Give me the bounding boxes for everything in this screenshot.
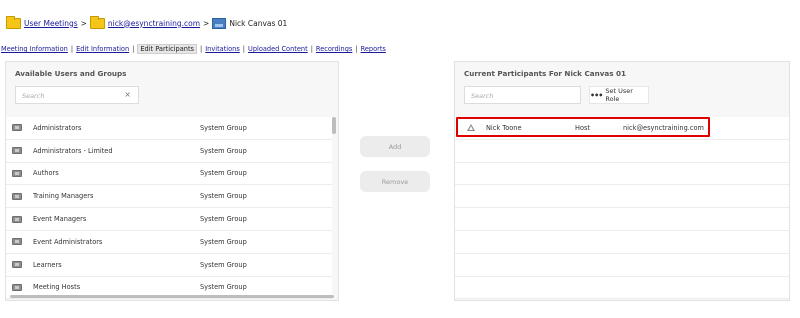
participants-list: Nick Toone Host nick@esynctraining.com [455, 117, 789, 300]
breadcrumb: User Meetings > nick@esynctraining.com >… [6, 14, 287, 32]
remove-button[interactable]: Remove [360, 171, 430, 192]
tab-recordings[interactable]: Recordings [316, 45, 352, 53]
available-row[interactable]: Administrators System Group [6, 117, 332, 140]
participants-search-input[interactable]: Search [464, 86, 581, 104]
tab-reports[interactable]: Reports [361, 45, 386, 53]
available-users-panel: Available Users and Groups Search × Admi… [5, 61, 339, 301]
meeting-icon [212, 17, 227, 29]
available-list: Administrators System Group Administrators… [6, 117, 338, 300]
available-search-placeholder: Search [22, 92, 45, 100]
group-icon [12, 147, 22, 155]
empty-participant-row [455, 276, 789, 300]
current-participants-panel: Current Participants For Nick Canvas 01 … [454, 61, 790, 301]
available-row-type: System Group [200, 192, 247, 201]
empty-participant-row [455, 208, 789, 231]
vertical-scrollbar[interactable] [332, 117, 336, 134]
group-icon [12, 238, 22, 246]
empty-participant-row [455, 139, 789, 163]
tab-meeting-information[interactable]: Meeting Information [1, 45, 68, 53]
available-row-type: System Group [200, 215, 247, 224]
clear-search-icon[interactable]: × [124, 90, 131, 99]
more-dots-icon: ••• [590, 90, 603, 100]
available-row[interactable]: Learners System Group [6, 253, 332, 277]
breadcrumb-separator: > [80, 18, 87, 28]
tab-edit-information[interactable]: Edit Information [76, 45, 129, 53]
folder-icon [89, 15, 105, 29]
available-row[interactable]: Training Managers System Group [6, 185, 332, 209]
available-row-name: Event Managers [33, 215, 87, 224]
available-search-input[interactable]: Search × [15, 86, 139, 104]
available-row-type: System Group [200, 123, 247, 132]
available-row-type: System Group [200, 237, 247, 246]
set-user-role-button[interactable]: ••• Set User Role [589, 86, 649, 104]
group-icon [12, 192, 22, 200]
group-icon [12, 283, 22, 291]
available-row-type: System Group [200, 169, 247, 178]
selected-participant-highlight [456, 117, 710, 137]
add-button[interactable]: Add [360, 136, 430, 157]
available-row-name: Meeting Hosts [33, 283, 81, 292]
group-icon [12, 261, 22, 269]
available-row-type: System Group [200, 283, 247, 292]
breadcrumb-current-meeting: Nick Canvas 01 [229, 18, 288, 28]
available-row-name: Event Administrators [33, 237, 103, 246]
available-row-name: Administrators [33, 123, 82, 132]
tab-invitations[interactable]: Invitations [205, 45, 240, 53]
current-panel-title: Current Participants For Nick Canvas 01 [464, 69, 627, 78]
tab-uploaded-content[interactable]: Uploaded Content [248, 45, 308, 53]
group-icon [12, 215, 22, 223]
available-row-type: System Group [200, 260, 247, 269]
available-row[interactable]: Authors System Group [6, 162, 332, 186]
available-row[interactable]: Event Managers System Group [6, 208, 332, 231]
folder-icon [6, 15, 21, 29]
available-row-name: Administrators - Limited [33, 146, 113, 155]
empty-participant-row [455, 162, 789, 186]
empty-participant-row [455, 230, 789, 254]
meeting-tabs: Meeting Information | Edit Information |… [1, 44, 386, 54]
available-row-name: Training Managers [33, 192, 94, 201]
group-icon [12, 124, 22, 132]
available-row-name: Authors [33, 169, 59, 178]
tab-edit-participants[interactable]: Edit Participants [137, 44, 197, 54]
horizontal-scrollbar[interactable] [10, 295, 334, 298]
available-panel-title: Available Users and Groups [15, 69, 127, 78]
empty-participant-row [455, 253, 789, 277]
available-row-type: System Group [200, 146, 247, 155]
breadcrumb-user-folder[interactable]: nick@esynctraining.com [108, 19, 200, 28]
group-icon [12, 169, 22, 177]
breadcrumb-user-meetings[interactable]: User Meetings [24, 19, 78, 28]
set-user-role-label: Set User Role [605, 87, 633, 103]
available-row[interactable]: Administrators - Limited System Group [6, 139, 332, 163]
breadcrumb-separator: > [203, 18, 210, 28]
available-row-name: Learners [33, 260, 62, 269]
available-row[interactable]: Event Administrators System Group [6, 230, 332, 254]
empty-participant-row [455, 185, 789, 209]
participants-search-placeholder: Search [471, 92, 494, 100]
